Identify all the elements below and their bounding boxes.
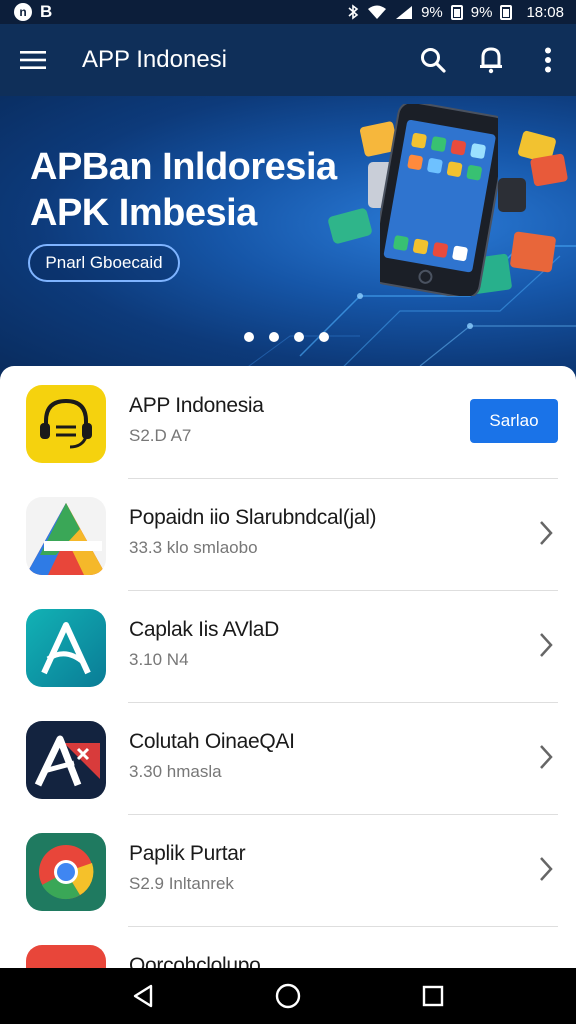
battery-icon bbox=[450, 4, 463, 20]
app-meta: S2.D A7 bbox=[129, 426, 192, 445]
chrome-red-app-icon bbox=[26, 945, 106, 970]
navigation-bar bbox=[0, 968, 576, 1024]
chevron-right-icon[interactable] bbox=[536, 742, 556, 772]
app-info: Colutah OinaeQAI 3.30 hmasla bbox=[129, 730, 295, 782]
back-button[interactable] bbox=[119, 972, 167, 1020]
wifi-icon bbox=[368, 5, 387, 19]
bluetooth-icon bbox=[348, 4, 359, 20]
app-meta: S2.9 Inltanrek bbox=[129, 874, 234, 893]
hero-title: APBan Inldoresia APK Imbesia bbox=[30, 144, 337, 236]
app-name: Caplak Iis AVlaD bbox=[129, 618, 280, 641]
app-list-item[interactable]: Oorcohclolupo bbox=[0, 926, 576, 970]
back-icon bbox=[133, 984, 152, 1008]
hero-cta-button[interactable]: Pnarl Gboecaid bbox=[28, 244, 180, 282]
app-bar: APP Indonesi bbox=[0, 24, 576, 96]
menu-icon bbox=[20, 51, 46, 69]
notification-bell-icon bbox=[480, 47, 502, 74]
carousel-dots bbox=[0, 332, 576, 342]
app-name: Popaidn iio Slarubndcal(jal) bbox=[129, 506, 377, 529]
hero-title-line-1: APBan Inldoresia bbox=[30, 146, 337, 188]
more-options-button[interactable] bbox=[520, 24, 576, 96]
status-right: 9% 9% 18:08 bbox=[347, 4, 564, 21]
app-info: Paplik Purtar S2.9 Inltanrek bbox=[129, 842, 246, 894]
app-list: APP Indonesia S2.D A7 Sarlao Popaidn iio… bbox=[0, 366, 576, 970]
chevron-right-icon[interactable] bbox=[536, 630, 556, 660]
app-list-item[interactable]: Paplik Purtar S2.9 Inltanrek bbox=[0, 814, 576, 926]
carousel-dot[interactable] bbox=[243, 332, 254, 342]
app-action-button[interactable]: Sarlao bbox=[470, 399, 558, 443]
app-name: APP Indonesia bbox=[129, 394, 264, 417]
status-time: 18:08 bbox=[526, 3, 564, 21]
b-icon: B bbox=[40, 2, 53, 21]
battery-percent-1: 9% bbox=[421, 3, 443, 21]
letter-a-app-icon bbox=[26, 609, 106, 687]
app-title: APP Indonesi bbox=[82, 46, 227, 73]
recents-icon bbox=[423, 985, 444, 1007]
ax-app-icon bbox=[26, 721, 106, 799]
status-bar: n B 9% 9% 18:08 bbox=[0, 0, 576, 24]
recents-button[interactable] bbox=[409, 972, 457, 1020]
menu-button[interactable] bbox=[0, 24, 66, 96]
app-list-item[interactable]: Popaidn iio Slarubndcal(jal) 33.3 klo sm… bbox=[0, 478, 576, 590]
search-button[interactable] bbox=[404, 24, 462, 96]
battery-icon-2 bbox=[500, 4, 513, 20]
app-list-item[interactable]: APP Indonesia S2.D A7 Sarlao bbox=[0, 366, 576, 478]
headset-app-icon bbox=[26, 385, 106, 463]
notification-icon: n bbox=[14, 3, 32, 21]
app-info: Popaidn iio Slarubndcal(jal) 33.3 klo sm… bbox=[129, 506, 377, 558]
search-icon bbox=[421, 48, 446, 73]
carousel-dot[interactable] bbox=[318, 332, 329, 342]
app-info: Caplak Iis AVlaD 3.10 N4 bbox=[129, 618, 279, 670]
notifications-button[interactable] bbox=[462, 24, 520, 96]
carousel-dot[interactable] bbox=[268, 332, 279, 342]
app-list-item[interactable]: Caplak Iis AVlaD 3.10 N4 bbox=[0, 590, 576, 702]
hero-banner[interactable]: APBan Inldoresia APK Imbesia Pnarl Gboec… bbox=[0, 96, 576, 380]
signal-icon bbox=[396, 5, 413, 19]
chrome-app-icon bbox=[26, 833, 106, 911]
app-list-item[interactable]: Colutah OinaeQAI 3.30 hmasla bbox=[0, 702, 576, 814]
screen: n B 9% 9% 18:08 APP Indonesi APBan Inldo… bbox=[0, 0, 576, 1024]
app-meta: 33.3 klo smlaobo bbox=[129, 538, 258, 557]
carousel-dot[interactable] bbox=[293, 332, 304, 342]
app-meta: 3.30 hmasla bbox=[129, 762, 222, 781]
more-vert-icon bbox=[545, 47, 551, 73]
triangle-app-icon bbox=[26, 497, 106, 575]
status-left: n B bbox=[14, 2, 52, 22]
hero-title-line-2: APK Imbesia bbox=[30, 192, 257, 234]
chevron-right-icon[interactable] bbox=[536, 518, 556, 548]
app-info: APP Indonesia S2.D A7 bbox=[129, 394, 264, 446]
app-meta: 3.10 N4 bbox=[129, 650, 189, 669]
app-name: Paplik Purtar bbox=[129, 842, 246, 865]
phone-illustration bbox=[380, 104, 498, 296]
app-name: Colutah OinaeQAI bbox=[129, 730, 295, 753]
home-button[interactable] bbox=[264, 972, 312, 1020]
chevron-right-icon[interactable] bbox=[536, 854, 556, 884]
battery-percent-2: 9% bbox=[470, 3, 493, 21]
home-icon bbox=[275, 983, 301, 1009]
